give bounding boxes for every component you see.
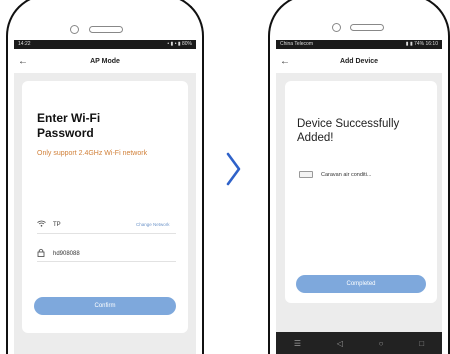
wifi-row[interactable]: TP bbox=[37, 220, 61, 229]
completed-button[interactable]: Completed bbox=[296, 275, 426, 293]
earpiece-speaker bbox=[89, 26, 123, 33]
heading-line-2: Password bbox=[37, 126, 94, 140]
password-field[interactable]: hd908088 bbox=[53, 251, 80, 257]
confirm-button[interactable]: Confirm bbox=[34, 297, 176, 315]
heading: Device Successfully Added! bbox=[297, 117, 399, 145]
status-icons: • ▮ • ▮ 80% bbox=[167, 41, 192, 47]
page-title: Add Device bbox=[339, 57, 379, 65]
heading-line-1: Device Successfully bbox=[297, 118, 400, 130]
password-row[interactable]: hd908088 bbox=[37, 248, 80, 259]
wifi-icon bbox=[37, 220, 47, 229]
nav-bar: Add Device ← bbox=[276, 49, 442, 73]
heading-line-1: Enter Wi-Fi bbox=[37, 111, 101, 125]
status-time: 14:22 bbox=[18, 41, 31, 47]
divider bbox=[37, 233, 176, 234]
screen-background: Device Successfully Added! Caravan air c… bbox=[276, 73, 442, 332]
back-arrow-icon[interactable]: ← bbox=[14, 56, 32, 67]
change-network-link[interactable]: Change Network bbox=[136, 222, 170, 227]
device-name: Caravan air conditi... bbox=[321, 171, 372, 178]
nav-bar: AP Mode ← bbox=[14, 49, 196, 73]
chevron-right-icon bbox=[226, 152, 241, 186]
divider bbox=[37, 261, 176, 262]
screen-background: Enter Wi-Fi Password Only support 2.4GHz… bbox=[14, 73, 196, 354]
air-conditioner-icon bbox=[299, 171, 313, 178]
status-bar: China Telecom ▮ ▮ 74% 16:10 bbox=[276, 40, 442, 49]
front-camera bbox=[332, 23, 341, 32]
phone-bezel bbox=[270, 0, 448, 36]
nav-recents-icon[interactable]: □ bbox=[419, 339, 424, 348]
back-arrow-icon[interactable]: ← bbox=[276, 56, 294, 67]
nav-home-icon[interactable]: ○ bbox=[379, 339, 384, 348]
page-title: AP Mode bbox=[90, 57, 120, 65]
front-camera bbox=[70, 25, 79, 34]
frequency-note: Only support 2.4GHz Wi-Fi network bbox=[37, 150, 148, 157]
device-row[interactable]: Caravan air conditi... bbox=[299, 171, 371, 178]
phone-bezel bbox=[8, 0, 202, 36]
status-carrier: China Telecom bbox=[280, 41, 313, 47]
nav-menu-icon[interactable]: ☰ bbox=[294, 339, 301, 348]
nav-back-icon[interactable]: ◁ bbox=[337, 339, 343, 348]
phone-left: 14:22 • ▮ • ▮ 80% AP Mode ← Enter Wi-Fi … bbox=[6, 0, 204, 354]
lock-icon bbox=[37, 248, 47, 259]
earpiece-speaker bbox=[350, 24, 384, 31]
heading: Enter Wi-Fi Password bbox=[37, 111, 100, 141]
wifi-card: Enter Wi-Fi Password Only support 2.4GHz… bbox=[22, 81, 188, 333]
wifi-ssid: TP bbox=[53, 221, 61, 228]
android-nav-bar: ☰ ◁ ○ □ bbox=[276, 332, 442, 354]
phone-right: China Telecom ▮ ▮ 74% 16:10 Add Device ←… bbox=[268, 0, 450, 354]
status-icons: ▮ ▮ 74% 16:10 bbox=[405, 41, 438, 47]
heading-line-2: Added! bbox=[297, 132, 334, 144]
status-bar: 14:22 • ▮ • ▮ 80% bbox=[14, 40, 196, 49]
success-card: Device Successfully Added! Caravan air c… bbox=[285, 81, 437, 303]
